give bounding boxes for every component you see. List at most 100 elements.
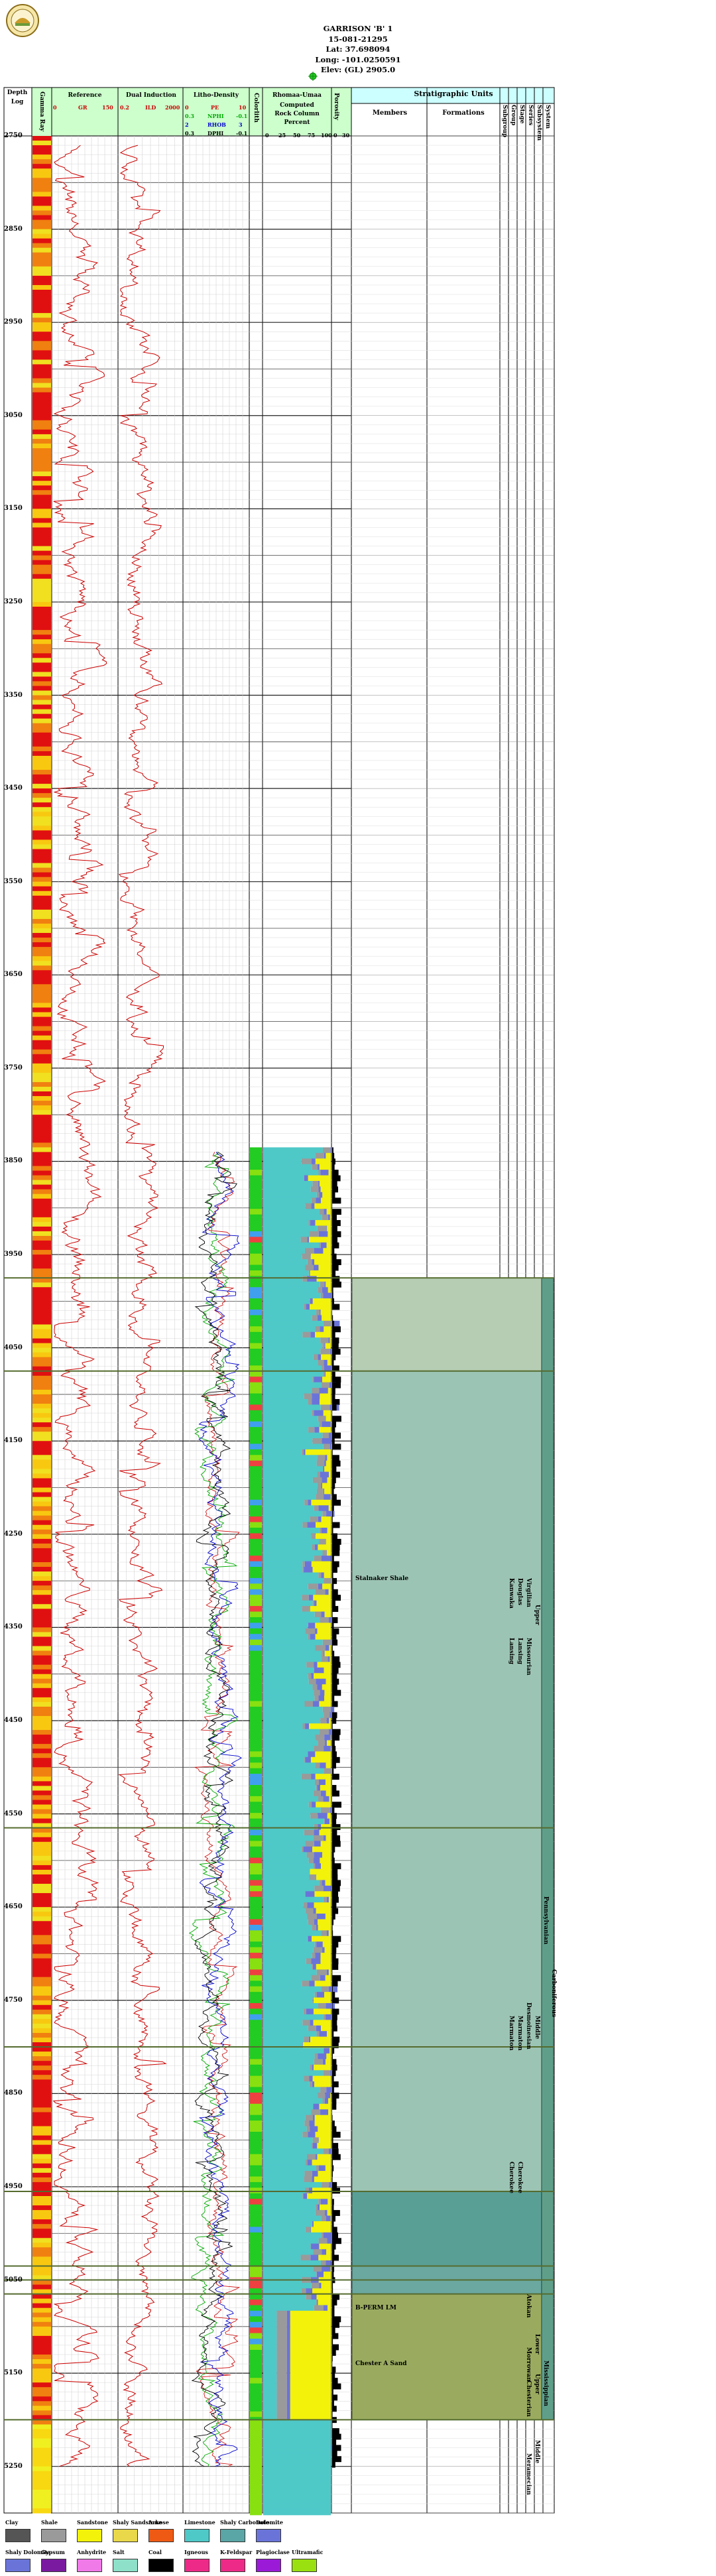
colorlith-cell (250, 1835, 262, 1841)
gamma-ray-strip-cell (32, 1926, 51, 1931)
dolomite-fill (328, 1986, 338, 1993)
gamma-ray-strip-cell (32, 275, 51, 281)
gamma-ray-strip-cell (32, 1855, 51, 1861)
legend-label: Gypsum (41, 2549, 65, 2555)
sandstone-fill (329, 2048, 331, 2054)
gamma-ray-strip-cell (32, 481, 51, 486)
shale-fill (322, 1214, 328, 1221)
limestone-fill (263, 1896, 324, 1903)
gamma-ray-strip-cell (32, 1483, 51, 1489)
gamma-ray-strip-cell (32, 2252, 51, 2257)
gamma-ray-strip-cell (32, 1935, 51, 1940)
legend-swatch (77, 2529, 102, 2542)
gr-scale-right: 150 (102, 104, 113, 111)
limestone-fill (263, 1538, 320, 1545)
gamma-ray-strip-cell (32, 304, 51, 309)
porosity-fill (332, 1997, 339, 2004)
sandstone-fill (320, 1186, 331, 1193)
colorlith-cell (250, 1248, 262, 1255)
limestone-fill (263, 2470, 331, 2477)
gamma-ray-strip-cell (32, 1865, 51, 1871)
limestone-fill (263, 1438, 313, 1444)
colorlith-cell (250, 1701, 262, 1707)
gamma-ray-strip-cell (32, 1510, 51, 1516)
shale-fill (323, 1371, 325, 1377)
gamma-ray-strip-cell (32, 1715, 51, 1721)
shale-fill (318, 1796, 324, 1802)
sandstone-fill (320, 1785, 331, 1791)
colorlith-cell (250, 2394, 262, 2401)
gamma-ray-strip-cell (32, 564, 51, 570)
shale-fill (302, 1723, 306, 1730)
shale-fill (316, 1192, 320, 1198)
limestone-fill (263, 1829, 304, 1836)
shale-fill (314, 2053, 318, 2059)
dolomite-fill (286, 2361, 290, 2367)
sandstone-fill (324, 1650, 331, 1657)
gamma-ray-strip-cell (32, 1977, 51, 1983)
dphi-curve-name: DPHI (208, 130, 224, 137)
porosity-fill (332, 1645, 333, 1652)
gamma-ray-strip-cell (32, 2378, 51, 2383)
depth-label-3750: 3750 (4, 1064, 23, 1072)
gamma-ray-strip-cell (32, 1557, 51, 1563)
sandstone-fill (329, 1337, 331, 1344)
limestone-fill (263, 1684, 313, 1691)
gamma-ray-strip-cell (32, 196, 51, 202)
colorlith-cell (250, 1471, 262, 1478)
gamma-ray-strip-cell (32, 215, 51, 221)
limestone-fill (263, 1466, 323, 1473)
colorlith-cell (250, 1963, 262, 1970)
gamma-ray-strip-cell (32, 1660, 51, 1666)
colorlith-cell (250, 1807, 262, 1813)
dolomite-fill (312, 2176, 314, 2183)
gamma-ray-strip-cell (32, 648, 51, 654)
dolomite-fill (326, 2002, 335, 2009)
dolomite-fill (312, 1259, 315, 1266)
gamma-ray-strip-cell (32, 1809, 51, 1815)
gamma-ray-strip-cell (32, 2079, 51, 2085)
limestone-fill (263, 1857, 309, 1864)
dolomite-fill (322, 1880, 326, 1886)
gamma-ray-strip-cell (32, 1981, 51, 1987)
colorlith-cell (250, 1723, 262, 1730)
shale-fill (310, 1231, 319, 1237)
gamma-ray-strip-cell (32, 1338, 51, 1344)
colorlith-cell (250, 1170, 262, 1176)
dolomite-fill (304, 1175, 308, 1182)
colorlith-cell (250, 1779, 262, 1786)
porosity-fill (332, 1516, 333, 1523)
colorlith-cell (250, 2181, 262, 2188)
limestone-fill (263, 1740, 318, 1747)
gamma-ray-strip-cell (32, 550, 51, 556)
dolomite-fill (325, 1645, 329, 1652)
colorlith-cell (250, 1617, 262, 1623)
limestone-fill (263, 1756, 305, 1763)
limestone-fill (263, 1359, 318, 1366)
colorlith-cell (250, 2321, 262, 2328)
gamma-ray-strip-cell (32, 793, 51, 798)
limestone-fill (263, 1292, 321, 1299)
dolomite-fill (324, 1650, 325, 1657)
gamma-ray-strip-cell (32, 168, 51, 174)
colorlith-cell (250, 1438, 262, 1444)
gamma-ray-strip-cell (32, 2168, 51, 2174)
gamma-ray-strip-cell (32, 1469, 51, 1474)
gamma-ray-strip-cell (32, 1068, 51, 1073)
sandstone-fill (325, 1914, 331, 1920)
subsystem-column-header: Subsystem (536, 105, 542, 141)
legend-swatch (220, 2559, 245, 2572)
porosity-fill (332, 1320, 335, 1327)
dolomite-fill (316, 2271, 324, 2278)
gamma-ray-strip-cell (32, 2359, 51, 2364)
porosity-fill (332, 2333, 339, 2339)
gamma-ray-strip-cell (32, 420, 51, 426)
shale-fill (276, 2366, 287, 2373)
colorlith-cell (250, 1377, 262, 1383)
sandstone-fill (307, 2193, 331, 2199)
gamma-ray-strip-cell (32, 1324, 51, 1330)
porosity-fill (332, 2131, 341, 2138)
gamma-ray-strip-cell (32, 1007, 51, 1013)
porosity-fill (332, 1152, 335, 1159)
limestone-fill (263, 2271, 317, 2278)
